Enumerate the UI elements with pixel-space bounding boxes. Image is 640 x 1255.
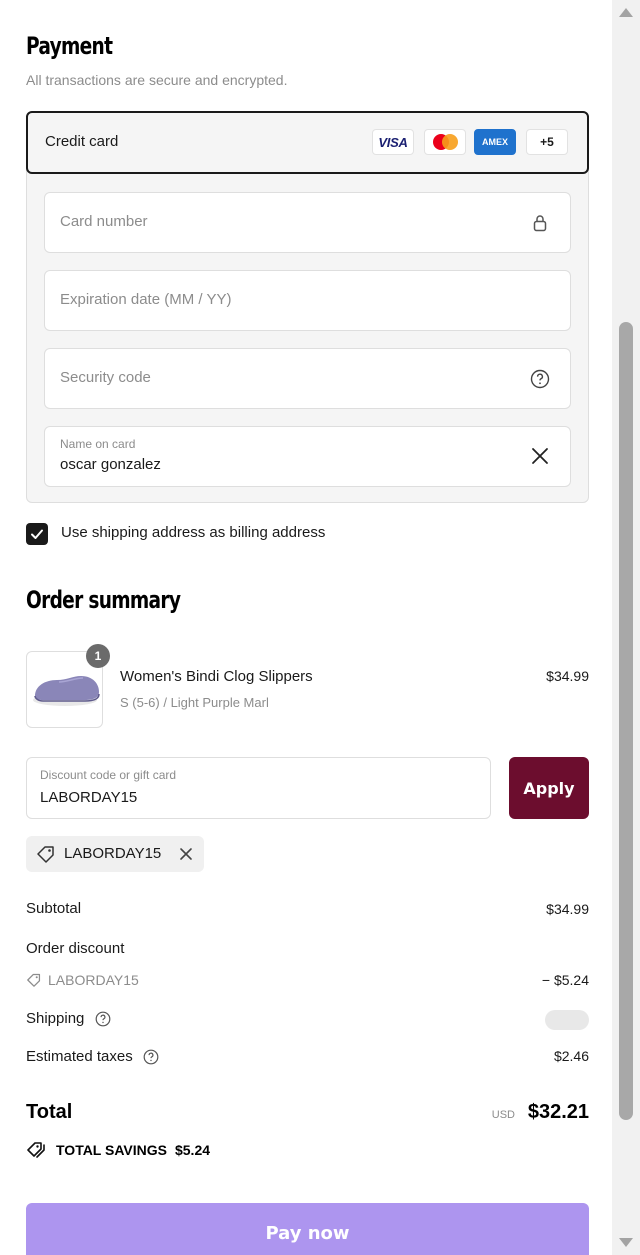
more-brands-badge: +5 xyxy=(526,129,568,155)
total-currency: USD xyxy=(491,1109,515,1121)
total-savings-amount: $5.24 xyxy=(174,1142,211,1158)
mastercard-icon xyxy=(424,129,466,155)
product-price: $34.99 xyxy=(546,668,589,684)
scroll-up-arrow-icon[interactable] xyxy=(619,8,633,17)
card-number-field[interactable]: Card number xyxy=(44,192,571,253)
expiration-date-field[interactable]: Expiration date (MM / YY) xyxy=(44,270,571,331)
shipping-loading-placeholder xyxy=(545,1010,589,1030)
shipping-label: Shipping xyxy=(26,1010,85,1027)
help-circle-icon[interactable] xyxy=(143,1049,159,1065)
card-number-placeholder: Card number xyxy=(60,213,148,230)
name-on-card-value: oscar gonzalez xyxy=(60,456,161,473)
tag-icon xyxy=(27,973,41,987)
name-on-card-label: Name on card xyxy=(60,437,136,451)
applied-discount-code: LABORDAY15 xyxy=(64,845,162,862)
credit-card-form: Credit card VISA AMEX +5 Card number Exp… xyxy=(26,111,589,503)
shipping-row: Shipping xyxy=(26,1010,111,1027)
expiration-placeholder: Expiration date (MM / YY) xyxy=(60,291,232,308)
scrollbar-thumb[interactable] xyxy=(619,322,633,1120)
total-savings: TOTAL SAVINGS $5.24 xyxy=(26,1141,210,1159)
security-code-placeholder: Security code xyxy=(60,369,151,386)
checkout-page: Payment All transactions are secure and … xyxy=(0,0,612,1255)
help-circle-icon[interactable] xyxy=(530,369,550,389)
lock-icon xyxy=(533,215,547,232)
product-variant: S (5-6) / Light Purple Marl xyxy=(120,695,269,710)
tags-icon xyxy=(27,1142,45,1158)
clear-icon[interactable] xyxy=(530,446,550,466)
payment-title: Payment xyxy=(26,32,113,60)
order-discount-code: LABORDAY15 xyxy=(26,972,139,988)
order-summary-title: Order summary xyxy=(26,586,181,614)
total-label: Total xyxy=(26,1101,73,1123)
discount-code-label: Discount code or gift card xyxy=(40,768,177,782)
discount-code-field[interactable]: Discount code or gift card LABORDAY15 xyxy=(26,757,491,819)
billing-address-label[interactable]: Use shipping address as billing address xyxy=(61,524,325,541)
name-on-card-field[interactable]: Name on card oscar gonzalez xyxy=(44,426,571,487)
scroll-down-arrow-icon[interactable] xyxy=(619,1238,633,1247)
page-scrollbar[interactable] xyxy=(612,0,640,1255)
subtotal-label: Subtotal xyxy=(26,900,82,917)
visa-icon: VISA xyxy=(372,129,414,155)
credit-card-option[interactable]: Credit card VISA AMEX +5 xyxy=(26,111,589,174)
security-code-field[interactable]: Security code xyxy=(44,348,571,409)
payment-subtitle: All transactions are secure and encrypte… xyxy=(26,72,288,88)
quantity-badge: 1 xyxy=(86,644,110,668)
tag-icon xyxy=(37,846,54,863)
help-circle-icon[interactable] xyxy=(95,1011,111,1027)
total-savings-label: TOTAL SAVINGS xyxy=(56,1142,167,1158)
checkmark-icon xyxy=(31,529,43,539)
taxes-row: Estimated taxes xyxy=(26,1048,159,1065)
taxes-value: $2.46 xyxy=(553,1048,589,1064)
apply-button[interactable]: Apply xyxy=(509,757,589,819)
amex-icon: AMEX xyxy=(474,129,516,155)
subtotal-value: $34.99 xyxy=(546,901,589,917)
credit-card-label: Credit card xyxy=(45,133,119,150)
pay-now-button[interactable]: Pay now xyxy=(26,1203,589,1255)
product-name: Women's Bindi Clog Slippers xyxy=(120,668,313,685)
total-amount: $32.21 xyxy=(527,1101,589,1123)
billing-address-checkbox[interactable] xyxy=(26,523,48,545)
remove-discount-icon[interactable] xyxy=(178,846,194,862)
order-discount-code-text: LABORDAY15 xyxy=(48,972,139,988)
order-discount-value: − $5.24 xyxy=(541,972,589,988)
discount-code-value: LABORDAY15 xyxy=(40,789,138,806)
applied-discount-chip: LABORDAY15 xyxy=(26,836,204,872)
order-discount-label: Order discount xyxy=(26,940,125,957)
taxes-label: Estimated taxes xyxy=(26,1048,133,1065)
